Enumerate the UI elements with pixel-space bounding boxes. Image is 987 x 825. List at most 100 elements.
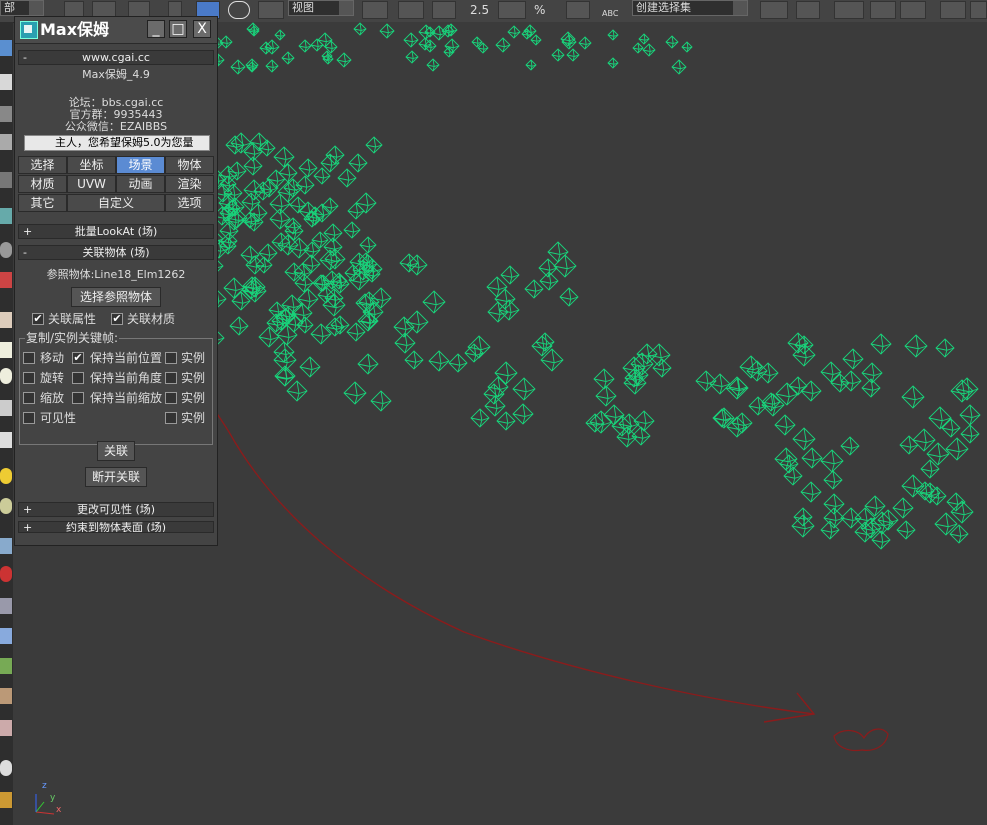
- align-icon[interactable]: [796, 1, 820, 19]
- octahedron-object[interactable]: [551, 48, 565, 62]
- octahedron-object[interactable]: [820, 361, 842, 383]
- octahedron-object[interactable]: [274, 29, 286, 41]
- octahedron-object[interactable]: [317, 286, 335, 304]
- octahedron-object[interactable]: [870, 333, 892, 355]
- curve-editor-icon[interactable]: [870, 1, 896, 19]
- select-manipulate-icon[interactable]: [398, 1, 424, 19]
- octahedron-object[interactable]: [800, 481, 822, 503]
- tool-icon[interactable]: [0, 242, 12, 258]
- octahedron-object[interactable]: [642, 43, 656, 57]
- octahedron-object[interactable]: [746, 360, 768, 382]
- octahedron-object[interactable]: [428, 350, 450, 372]
- octahedron-object[interactable]: [950, 500, 974, 524]
- octahedron-object[interactable]: [359, 236, 377, 254]
- tab-uvw[interactable]: UVW: [67, 175, 116, 193]
- octahedron-object[interactable]: [530, 34, 542, 46]
- tool-icon[interactable]: [0, 598, 12, 614]
- octahedron-object[interactable]: [246, 61, 258, 73]
- tool-icon[interactable]: [0, 134, 12, 150]
- octahedron-object[interactable]: [277, 234, 299, 256]
- octahedron-object[interactable]: [229, 316, 249, 336]
- octahedron-object[interactable]: [512, 377, 536, 401]
- keyboard-shortcut-icon[interactable]: [432, 1, 456, 19]
- tool-icon[interactable]: [0, 792, 12, 808]
- octahedron-object[interactable]: [681, 41, 693, 53]
- octahedron-object[interactable]: [671, 59, 687, 75]
- octahedron-object[interactable]: [539, 271, 559, 291]
- octahedron-object[interactable]: [731, 412, 753, 434]
- select-reference-button[interactable]: 选择参照物体: [71, 287, 161, 307]
- octahedron-object[interactable]: [616, 426, 638, 448]
- octahedron-object[interactable]: [426, 58, 440, 72]
- octahedron-object[interactable]: [607, 57, 619, 69]
- octahedron-object[interactable]: [633, 410, 655, 432]
- max-nanny-panel[interactable]: Max保姆 _ □ X - www.cgai.cc Max保姆_4.9 论坛：b…: [14, 16, 218, 546]
- octahedron-object[interactable]: [928, 406, 952, 430]
- octahedron-object[interactable]: [355, 192, 377, 214]
- octahedron-object[interactable]: [343, 381, 367, 405]
- octahedron-object[interactable]: [524, 279, 544, 299]
- keep-position-checkbox[interactable]: ✔: [72, 352, 84, 364]
- tool-icon[interactable]: [0, 628, 12, 644]
- octahedron-object[interactable]: [595, 385, 617, 407]
- octahedron-object[interactable]: [495, 37, 511, 53]
- scale-icon[interactable]: [258, 1, 284, 19]
- tool-icon[interactable]: [0, 172, 12, 188]
- rotate-checkbox[interactable]: [23, 372, 35, 384]
- tool-icon[interactable]: [0, 688, 12, 704]
- rotate-instance-checkbox[interactable]: [165, 372, 177, 384]
- octahedron-object[interactable]: [801, 447, 823, 469]
- tab-animation[interactable]: 动画: [116, 175, 165, 193]
- octahedron-object[interactable]: [348, 153, 368, 173]
- tool-icon[interactable]: [0, 760, 12, 776]
- octahedron-object[interactable]: [593, 368, 615, 390]
- tool-icon[interactable]: [0, 498, 12, 514]
- octahedron-object[interactable]: [553, 254, 577, 278]
- octahedron-object[interactable]: [365, 136, 383, 154]
- octahedron-object[interactable]: [892, 497, 914, 519]
- octahedron-object[interactable]: [652, 358, 672, 378]
- keep-scale-checkbox[interactable]: [72, 392, 84, 404]
- octahedron-object[interactable]: [904, 334, 928, 358]
- octahedron-object[interactable]: [500, 265, 520, 285]
- octahedron-object[interactable]: [299, 356, 321, 378]
- spinner-snap-icon[interactable]: [566, 1, 590, 19]
- rollout-constrain-surface[interactable]: + 约束到物体表面 (场): [18, 521, 214, 533]
- octahedron-object[interactable]: [842, 348, 864, 370]
- octahedron-object[interactable]: [638, 33, 650, 45]
- tool-icon[interactable]: [0, 40, 12, 56]
- rollout-site-header[interactable]: - www.cgai.cc: [18, 50, 214, 65]
- octahedron-object[interactable]: [547, 241, 569, 263]
- scale-instance-checkbox[interactable]: [165, 392, 177, 404]
- octahedron-object[interactable]: [578, 36, 592, 50]
- octahedron-object[interactable]: [223, 277, 245, 299]
- tool-icon[interactable]: [0, 106, 12, 122]
- tab-material[interactable]: 材质: [18, 175, 67, 193]
- octahedron-object[interactable]: [370, 287, 392, 309]
- octahedron-object[interactable]: [774, 414, 796, 436]
- tool-icon[interactable]: [0, 658, 12, 674]
- tool-icon[interactable]: [0, 468, 12, 484]
- octahedron-object[interactable]: [525, 59, 537, 71]
- octahedron-object[interactable]: [935, 338, 955, 358]
- octahedron-object[interactable]: [347, 202, 365, 220]
- octahedron-object[interactable]: [370, 390, 392, 412]
- octahedron-object[interactable]: [941, 418, 961, 438]
- octahedron-object[interactable]: [337, 168, 357, 188]
- tool-icon[interactable]: [0, 272, 12, 288]
- octahedron-object[interactable]: [353, 22, 367, 36]
- octahedron-object[interactable]: [498, 299, 520, 321]
- link-properties-checkbox[interactable]: ✔: [32, 313, 44, 325]
- move-checkbox[interactable]: [23, 352, 35, 364]
- selection-filter-dropdown[interactable]: 部: [0, 0, 44, 16]
- tool-icon[interactable]: [0, 312, 12, 328]
- angle-snap-icon[interactable]: [498, 1, 526, 19]
- octahedron-object[interactable]: [901, 385, 925, 409]
- octahedron-object[interactable]: [273, 146, 295, 168]
- octahedron-object[interactable]: [317, 32, 333, 48]
- tab-render[interactable]: 渲染: [165, 175, 214, 193]
- tool-icon[interactable]: [0, 400, 12, 416]
- octahedron-object[interactable]: [230, 59, 246, 75]
- tool-icon[interactable]: [0, 720, 12, 736]
- octahedron-object[interactable]: [487, 301, 509, 323]
